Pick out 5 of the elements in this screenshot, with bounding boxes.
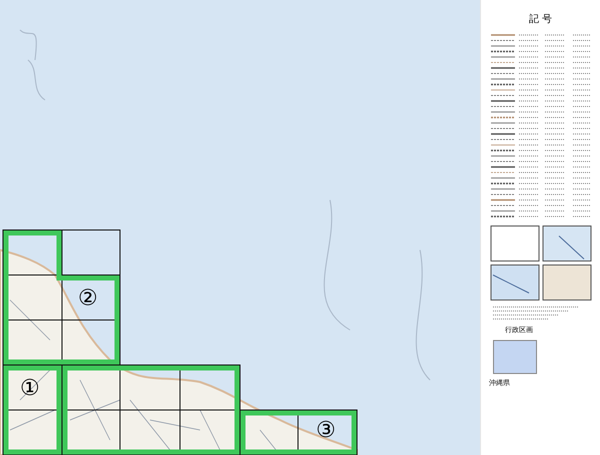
- area-number: ③: [316, 420, 336, 442]
- region-map: [493, 340, 537, 374]
- area-number: ①: [20, 378, 40, 400]
- legend-title: 記 号: [528, 12, 552, 27]
- area-number: ②: [78, 288, 98, 310]
